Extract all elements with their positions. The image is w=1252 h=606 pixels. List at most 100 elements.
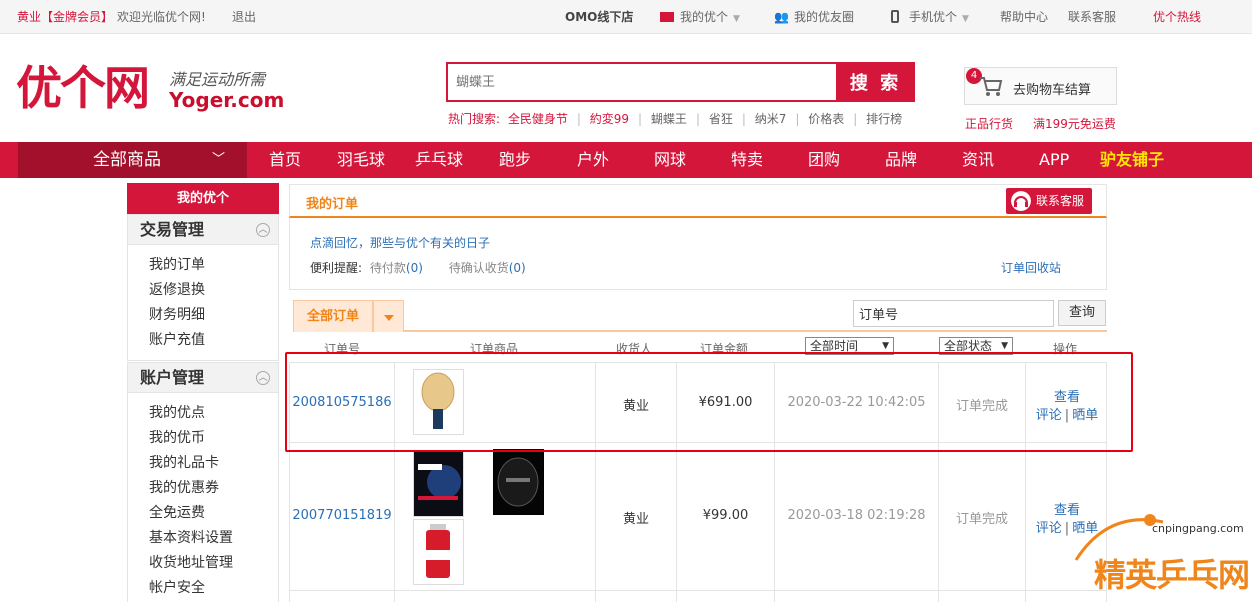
hot-term[interactable]: 約変99 — [590, 112, 629, 126]
search-box — [446, 62, 836, 102]
query-button[interactable]: 查询 — [1058, 300, 1106, 326]
omo-link[interactable]: OMO线下店 — [565, 9, 633, 25]
order-number-input[interactable] — [853, 300, 1054, 327]
pending-receive-link[interactable]: 待确认收货(0) — [449, 261, 526, 275]
hot-term[interactable]: 蝴蝶王 — [651, 112, 687, 126]
nav-item-outdoor[interactable]: 户外 — [577, 142, 609, 178]
col-order-no: 订单号 — [324, 342, 361, 356]
nav-item-pingpong[interactable]: 乒乓球 — [415, 142, 463, 178]
pending-receive-label: 待确认收货 — [448, 261, 509, 275]
receiver-cell: 黄业 — [596, 443, 677, 590]
mobile-menu[interactable]: 手机优个 ▼ — [891, 9, 969, 27]
nav-item-home[interactable]: 首页 — [269, 142, 301, 178]
pending-pay-link[interactable]: 待付款(0) — [370, 261, 423, 275]
sidebar-section-title[interactable]: 账户管理 ︿ — [128, 363, 278, 393]
recycle-bin-link[interactable]: 订单回收站 — [1001, 259, 1061, 276]
sidebar-section-title[interactable]: 交易管理 ︿ — [128, 215, 278, 245]
nav-item-brand[interactable]: 品牌 — [885, 142, 917, 178]
pending-pay-count: (0) — [405, 261, 423, 275]
product-thumbnail[interactable] — [413, 369, 464, 435]
search-button[interactable]: 搜 索 — [836, 62, 915, 102]
sidebar-item-coins[interactable]: 我的优币 — [128, 426, 278, 451]
mail-icon — [660, 12, 674, 22]
sidebar-item-finance[interactable]: 财务明细 — [128, 303, 278, 328]
pending-pay-label: 待付款 — [369, 261, 406, 275]
share-link[interactable]: 晒单 — [1072, 408, 1098, 423]
sidebar-item-points[interactable]: 我的优点 — [128, 401, 278, 426]
chevron-down-icon: ▼ — [1001, 341, 1008, 351]
search-input[interactable] — [448, 64, 836, 100]
top-bar: 黄业 【金牌会员】 欢迎光临优个网! 退出 OMO线下店 我的优个 ▼ 👥 我的优友… — [0, 0, 1252, 34]
hot-term[interactable]: 省狂 — [709, 112, 733, 126]
goods-cell — [395, 443, 596, 590]
main-nav: 全部商品 ﹀ 首页 羽毛球 乒乓球 跑步 户外 网球 特卖 团购 品牌 资讯 A… — [0, 142, 1252, 178]
promo-genuine: 正品行货 — [965, 117, 1014, 131]
view-link[interactable]: 查看 — [1026, 386, 1108, 405]
logout-link[interactable]: 退出 — [232, 9, 256, 25]
status-cell — [939, 591, 1026, 602]
hot-term[interactable]: 全民健身节 — [508, 112, 568, 126]
order-number-link[interactable]: 200810575186 — [290, 395, 394, 410]
chevron-down-icon: ▼ — [733, 14, 740, 24]
cart-button[interactable]: 4 去购物车结算 — [964, 67, 1117, 105]
ops-cell: 查看 评论 | 晒单 — [1026, 363, 1108, 442]
nav-item-sale[interactable]: 特卖 — [731, 142, 763, 178]
contact-service-button[interactable]: 联系客服 — [1006, 188, 1092, 214]
chevron-down-icon: ﹀ — [212, 152, 226, 167]
nav-item-badminton[interactable]: 羽毛球 — [337, 142, 385, 178]
help-link[interactable]: 帮助中心 — [1000, 9, 1048, 25]
service-link[interactable]: 联系客服 — [1068, 9, 1116, 25]
sidebar-item-recharge[interactable]: 账户充值 — [128, 328, 278, 353]
friends-label: 我的优友圈 — [793, 10, 854, 24]
site-logo[interactable]: 优个网 满足运动所需 Yoger.com — [16, 58, 286, 118]
sidebar-item-free-shipping[interactable]: 全免运费 — [128, 501, 278, 526]
sidebar-item-coupons[interactable]: 我的优惠券 — [128, 476, 278, 501]
status-filter-select[interactable]: 全部状态 ▼ — [939, 337, 1013, 355]
amount-cell: ¥99.00 — [677, 443, 775, 590]
separator: | — [795, 112, 800, 126]
hot-term[interactable]: 价格表 — [808, 112, 844, 126]
col-receiver: 收货人 — [616, 342, 653, 356]
my-yoger-menu[interactable]: 我的优个 ▼ — [660, 9, 740, 27]
sidebar-section-label: 账户管理 — [140, 368, 205, 387]
nav-item-running[interactable]: 跑步 — [499, 142, 531, 178]
nav-item-app[interactable]: APP — [1039, 142, 1069, 178]
nav-all-categories[interactable]: 全部商品 ﹀ — [18, 142, 247, 178]
collapse-icon[interactable]: ︿ — [256, 223, 270, 237]
sidebar-item-security[interactable]: 帐户安全 — [128, 576, 278, 601]
sidebar-head[interactable]: 我的优个 — [127, 183, 279, 214]
nav-item-tennis[interactable]: 网球 — [654, 142, 686, 178]
nav-item-group-buy[interactable]: 团购 — [808, 142, 840, 178]
product-thumbnail[interactable] — [413, 451, 464, 517]
col-amount: 订单金额 — [700, 342, 749, 356]
order-number-link[interactable]: 200770151819 — [290, 508, 394, 523]
hot-term[interactable]: 纳米7 — [755, 112, 787, 126]
sidebar-item-profile[interactable]: 基本资料设置 — [128, 526, 278, 551]
sidebar-item-my-orders[interactable]: 我的订单 — [128, 253, 278, 278]
comment-link[interactable]: 评论 — [1036, 521, 1062, 536]
collapse-icon[interactable]: ︿ — [256, 371, 270, 385]
nav-item-news[interactable]: 资讯 — [962, 142, 994, 178]
sidebar-item-returns[interactable]: 返修退换 — [128, 278, 278, 303]
member-level: 【金牌会员】 — [41, 10, 114, 24]
col-ops: 操作 — [1053, 342, 1078, 356]
hot-term[interactable]: 排行榜 — [866, 112, 902, 126]
time-cell — [775, 591, 939, 602]
product-thumbnail[interactable] — [413, 519, 464, 585]
friends-link[interactable]: 👥 我的优友圈 — [774, 9, 854, 25]
time-filter-select[interactable]: 全部时间 ▼ — [805, 337, 894, 355]
product-thumbnail[interactable] — [493, 449, 544, 515]
tab-dropdown[interactable] — [373, 300, 404, 332]
sidebar-item-address[interactable]: 收货地址管理 — [128, 551, 278, 576]
status-filter-value: 全部状态 — [944, 339, 993, 353]
watermark-site: cnpingpang.com — [1152, 522, 1244, 535]
username-link[interactable]: 黄业 — [17, 9, 41, 25]
sidebar-item-gift-card[interactable]: 我的礼品卡 — [128, 451, 278, 476]
comment-link[interactable]: 评论 — [1036, 408, 1062, 423]
nav-item-special[interactable]: 驴友铺子 — [1100, 142, 1164, 178]
my-yoger-label: 我的优个 — [680, 10, 729, 24]
rubber-sheet-icon — [494, 450, 543, 514]
order-summary-box: 点滴回忆，那些与优个有关的日子 便利提醒: 待付款(0) 待确认收货(0) 订单… — [289, 218, 1107, 290]
tab-all-orders[interactable]: 全部订单 — [293, 300, 373, 332]
hotline-link[interactable]: 优个热线 — [1153, 9, 1201, 25]
